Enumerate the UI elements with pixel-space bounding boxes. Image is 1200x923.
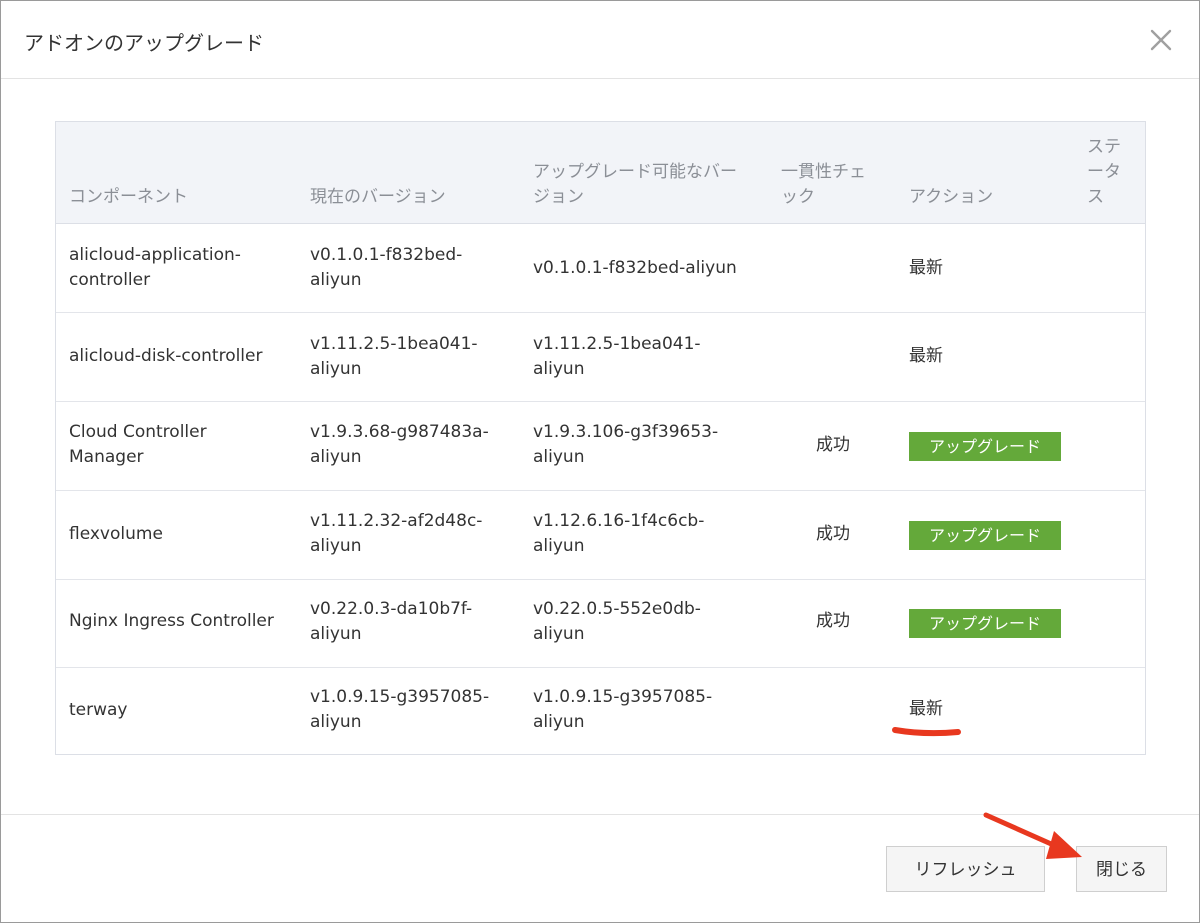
upgradable-version-line: aliyun	[533, 359, 585, 379]
header-status-line3: ス	[1087, 187, 1104, 207]
component-name: flexvolume	[69, 524, 163, 544]
current-version-line: v1.0.9.15-g3957085-	[310, 687, 490, 707]
upgrade-button[interactable]: アップグレード	[909, 521, 1061, 550]
upgradable-version: v1.0.9.15-g3957085- aliyun	[533, 685, 712, 735]
upgrade-button[interactable]: アップグレード	[909, 432, 1061, 461]
component-name-line: alicloud-application-	[69, 245, 241, 265]
component-name: Nginx Ingress Controller	[69, 611, 274, 631]
current-version-line: v1.11.2.5-1bea041-	[310, 334, 478, 354]
upgradable-version-line: v1.9.3.106-g3f39653-	[533, 422, 719, 442]
consistency-check-result: 成功	[816, 435, 850, 455]
component-name-line: Manager	[69, 447, 144, 467]
dialog-footer: リフレッシュ 閉じる	[1, 814, 1199, 923]
table-row: Cloud Controller Manager v1.9.3.68-g9874…	[56, 402, 1145, 491]
table-row: flexvolume v1.11.2.32-af2d48c- aliyun v1…	[56, 491, 1145, 580]
upgradable-version-line: v0.1.0.1-f832bed-aliyun	[533, 258, 737, 278]
current-version-line: v0.22.0.3-da10b7f-	[310, 599, 473, 619]
header-current-version: 現在のバージョン	[310, 187, 446, 207]
refresh-button[interactable]: リフレッシュ	[886, 846, 1045, 892]
component-name: terway	[69, 700, 128, 720]
action-latest: 最新	[909, 258, 943, 278]
upgradable-version: v0.22.0.5-552e0db- aliyun	[533, 597, 701, 647]
header-upgradable-line2: ジョン	[533, 187, 584, 207]
current-version: v0.22.0.3-da10b7f- aliyun	[310, 597, 472, 647]
current-version: v1.11.2.32-af2d48c- aliyun	[310, 509, 482, 559]
upgradable-version-line: aliyun	[533, 447, 585, 467]
upgradable-version-line: aliyun	[533, 712, 585, 732]
current-version-line: v1.9.3.68-g987483a-	[310, 422, 489, 442]
upgradable-version-line: v1.0.9.15-g3957085-	[533, 687, 713, 707]
consistency-check-result: 成功	[816, 524, 850, 544]
header-upgradable-line1: アップグレード可能なバー	[533, 162, 737, 182]
action-latest: 最新	[909, 346, 943, 366]
component-name: alicloud-application- controller	[69, 243, 241, 293]
upgradable-version-line: v0.22.0.5-552e0db-	[533, 599, 701, 619]
table-row: terway v1.0.9.15-g3957085- aliyun v1.0.9…	[56, 667, 1145, 755]
header-upgradable-version: アップグレード可能なバー ジョン	[533, 160, 737, 210]
current-version: v1.11.2.5-1bea041- aliyun	[310, 332, 478, 382]
header-status: ステ ータ ス	[1087, 135, 1121, 210]
upgrade-button[interactable]: アップグレード	[909, 609, 1061, 638]
upgradable-version: v1.11.2.5-1bea041- aliyun	[533, 332, 701, 382]
consistency-check-result: 成功	[816, 611, 850, 631]
header-consistency-line1: 一貫性チェ	[781, 162, 866, 182]
component-name: alicloud-disk-controller	[69, 346, 263, 366]
header-status-line1: ステ	[1087, 137, 1121, 157]
current-version-line: aliyun	[310, 270, 362, 290]
current-version-line: aliyun	[310, 536, 362, 556]
header-action: アクション	[909, 187, 994, 207]
table-row: alicloud-application- controller v0.1.0.…	[56, 224, 1145, 313]
upgradable-version: v1.9.3.106-g3f39653- aliyun	[533, 420, 718, 470]
table-row: Nginx Ingress Controller v0.22.0.3-da10b…	[56, 579, 1145, 668]
close-icon[interactable]	[1149, 28, 1173, 52]
dialog-title: アドオンのアップグレード	[24, 31, 264, 55]
table-header: コンポーネント 現在のバージョン アップグレード可能なバー ジョン 一貫性チェ …	[56, 122, 1145, 224]
upgradable-version: v0.1.0.1-f832bed-aliyun	[533, 256, 737, 281]
upgradable-version-line: v1.12.6.16-1f4c6cb-	[533, 511, 705, 531]
component-name-line: Cloud Controller	[69, 422, 207, 442]
table-row: alicloud-disk-controller v1.11.2.5-1bea0…	[56, 313, 1145, 402]
action-latest: 最新	[909, 699, 943, 719]
header-consistency-line2: ック	[781, 187, 815, 207]
component-name-line: controller	[69, 270, 151, 290]
upgradable-version-line: aliyun	[533, 624, 585, 644]
current-version: v1.9.3.68-g987483a- aliyun	[310, 420, 489, 470]
current-version-line: aliyun	[310, 624, 362, 644]
upgradable-version: v1.12.6.16-1f4c6cb- aliyun	[533, 509, 704, 559]
dialog-header: アドオンのアップグレード	[1, 1, 1199, 79]
current-version-line: aliyun	[310, 712, 362, 732]
current-version: v1.0.9.15-g3957085- aliyun	[310, 685, 489, 735]
header-component: コンポーネント	[69, 187, 188, 207]
upgradable-version-line: v1.11.2.5-1bea041-	[533, 334, 701, 354]
current-version: v0.1.0.1-f832bed- aliyun	[310, 243, 462, 293]
header-status-line2: ータ	[1087, 162, 1121, 182]
close-button[interactable]: 閉じる	[1076, 846, 1167, 892]
current-version-line: aliyun	[310, 359, 362, 379]
component-name: Cloud Controller Manager	[69, 420, 207, 470]
upgradable-version-line: aliyun	[533, 536, 585, 556]
addon-upgrade-dialog: アドオンのアップグレード コンポーネント 現在のバージョン アップグレード可能な…	[0, 0, 1200, 923]
addon-table: コンポーネント 現在のバージョン アップグレード可能なバー ジョン 一貫性チェ …	[55, 121, 1146, 755]
current-version-line: v1.11.2.32-af2d48c-	[310, 511, 483, 531]
current-version-line: v0.1.0.1-f832bed-	[310, 245, 463, 265]
current-version-line: aliyun	[310, 447, 362, 467]
header-consistency-check: 一貫性チェ ック	[781, 160, 866, 210]
